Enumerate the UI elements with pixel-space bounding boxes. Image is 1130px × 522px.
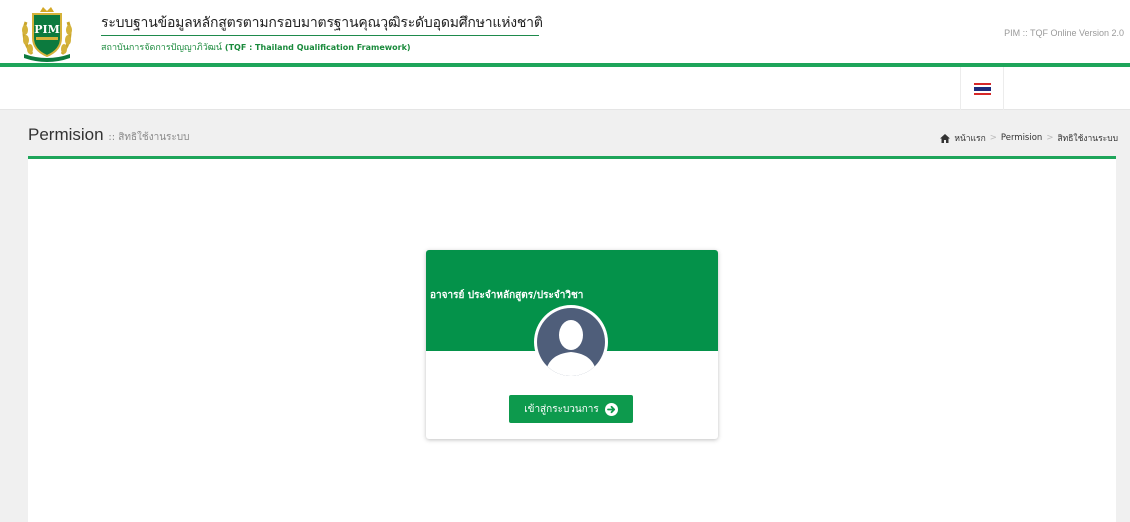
title-divider	[101, 35, 539, 36]
breadcrumb-separator: >	[989, 133, 997, 143]
page-title-main: Permision	[28, 125, 104, 144]
pim-logo[interactable]: PIM	[16, 4, 78, 62]
breadcrumb-separator: >	[1046, 133, 1054, 143]
enter-process-label: เข้าสู่กระบวนการ	[524, 403, 599, 415]
home-icon	[940, 133, 951, 143]
breadcrumb-permission[interactable]: Permision	[1001, 133, 1042, 143]
arrow-right-circle-icon	[604, 402, 618, 416]
thai-flag-icon	[973, 82, 991, 95]
framework-name: (TQF : Thailand Qualification Framework)	[224, 43, 411, 52]
institute-subtitle: สถาบันการจัดการปัญญาภิวัฒน์ (TQF : Thail…	[101, 40, 411, 54]
page-title: Permision :: สิทธิใช้งานระบบ	[28, 125, 190, 145]
institute-name: สถาบันการจัดการปัญญาภิวัฒน์	[101, 43, 223, 53]
svg-text:PIM: PIM	[34, 23, 60, 36]
page-title-sub: :: สิทธิใช้งานระบบ	[108, 132, 190, 143]
system-title: ระบบฐานข้อมูลหลักสูตรตามกรอบมาตรฐานคุณวุ…	[101, 15, 543, 31]
site-header: PIM ระบบฐานข้อมูลหลักสูตรตามกรอบมาตรฐานค…	[0, 0, 1130, 63]
user-avatar-icon	[534, 305, 608, 379]
top-navbar	[0, 67, 1130, 110]
version-label: PIM :: TQF Online Version 2.0	[1004, 28, 1124, 38]
role-title: อาจารย์ ประจำหลักสูตร/ประจำวิชา	[430, 290, 584, 301]
breadcrumb: หน้าแรก > Permision > สิทธิใช้งานระบบ	[940, 131, 1118, 145]
language-switcher[interactable]	[960, 67, 1004, 110]
enter-process-button[interactable]: เข้าสู่กระบวนการ	[509, 395, 633, 423]
breadcrumb-current: สิทธิใช้งานระบบ	[1057, 134, 1118, 144]
breadcrumb-home[interactable]: หน้าแรก	[954, 131, 985, 145]
role-card: อาจารย์ ประจำหลักสูตร/ประจำวิชา เข้าสู่ก…	[426, 250, 718, 439]
